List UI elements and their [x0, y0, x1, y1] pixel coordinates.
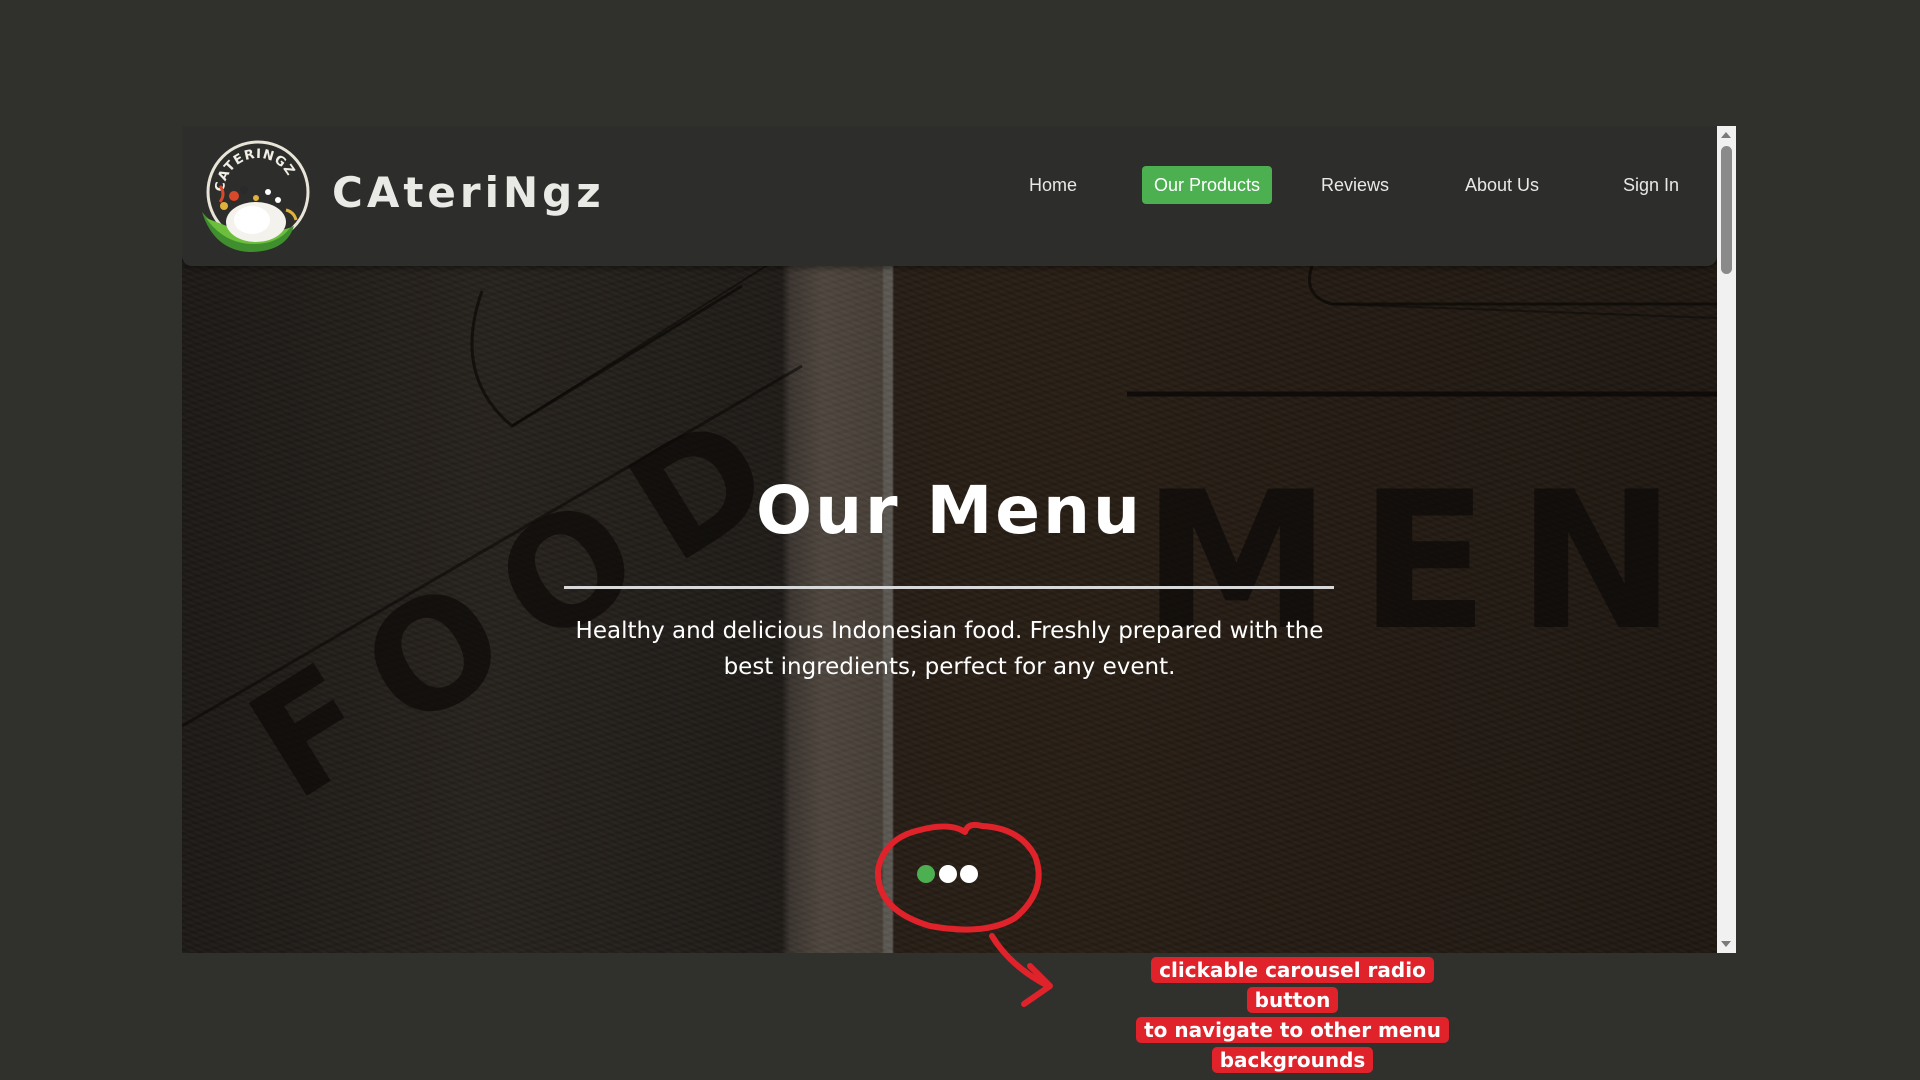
brand-name[interactable]: CAteriNgz — [332, 168, 605, 217]
scroll-down-arrow-icon[interactable] — [1721, 941, 1731, 947]
scroll-up-arrow-icon[interactable] — [1721, 132, 1731, 138]
nav-home[interactable]: Home — [1017, 166, 1089, 204]
annotation-line-1: clickable carousel radio button — [1151, 957, 1434, 1013]
scroll-thumb[interactable] — [1721, 146, 1732, 274]
vertical-scrollbar[interactable] — [1717, 126, 1736, 953]
nav-our-products[interactable]: Our Products — [1141, 166, 1272, 204]
carousel-radio-2[interactable] — [939, 865, 957, 883]
carousel-radio-1[interactable] — [917, 865, 935, 883]
hero-title: Our Menu — [755, 472, 1144, 549]
hero-divider — [564, 586, 1334, 589]
annotation-line-2: to navigate to other menu — [1136, 1017, 1449, 1043]
annotation-line-3: backgrounds — [1211, 1047, 1374, 1073]
hero-description: Healthy and delicious Indonesian food. F… — [575, 618, 1324, 680]
navbar: CATERINGZ CAteriNgz Home Our Products Re… — [182, 126, 1717, 266]
nav-about-us[interactable]: About Us — [1453, 166, 1551, 204]
nav-sign-in[interactable]: Sign In — [1611, 166, 1691, 204]
logo-icon: CATERINGZ — [202, 140, 310, 252]
nav-reviews[interactable]: Reviews — [1309, 166, 1401, 204]
annotation-callout: clickable carousel radio button to navig… — [1114, 955, 1471, 1075]
logo[interactable]: CATERINGZ — [194, 140, 314, 260]
annotation-circle-arrow-icon — [874, 821, 1053, 1007]
carousel-radio-3[interactable] — [960, 865, 978, 883]
